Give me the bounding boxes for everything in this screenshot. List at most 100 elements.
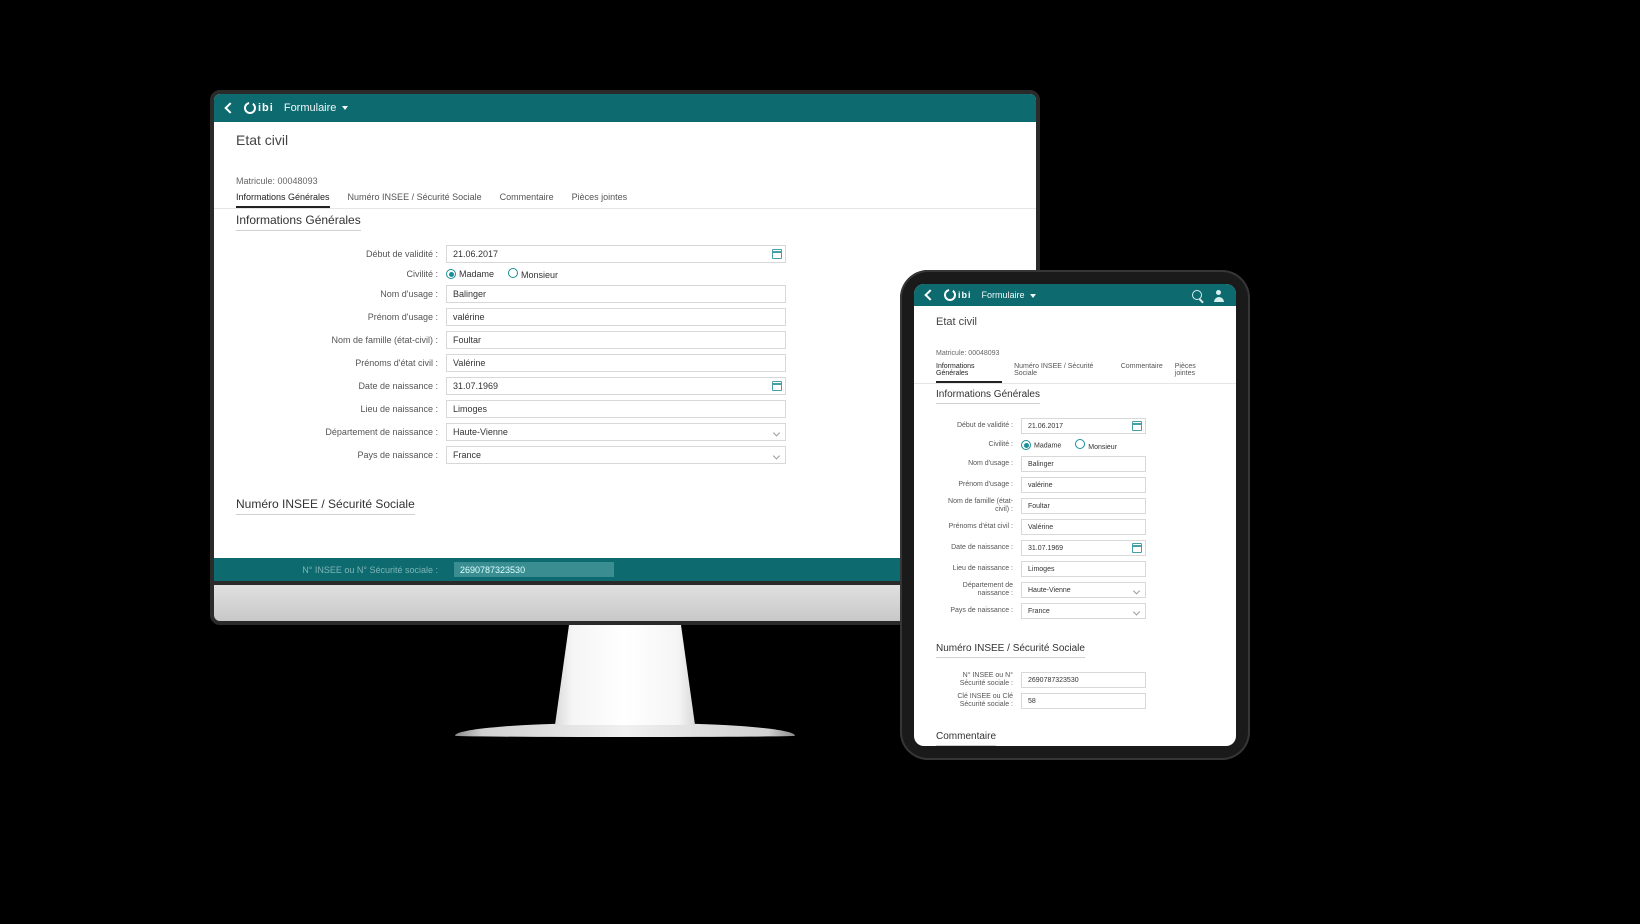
select-pays-naissance[interactable]: France [1021,603,1146,619]
input-insee-numero[interactable]: 2690787323530 [1021,672,1146,688]
chevron-down-icon [1133,608,1140,615]
chevron-down-icon [773,452,780,459]
tab-insee[interactable]: Numéro INSEE / Sécurité Sociale [1014,363,1109,383]
value-date-naissance: 31.07.1969 [1028,545,1063,552]
value-lieu-naissance: Limoges [453,404,487,414]
input-date-naissance[interactable]: 31.07.1969 [1021,540,1146,556]
label-lieu-naissance: Lieu de naissance : [236,404,446,414]
label-dept-naissance: Département de naissance : [236,427,446,437]
search-icon[interactable] [1192,290,1202,300]
input-prenom-usage[interactable]: valérine [446,308,786,326]
value-nom-famille: Foultar [453,335,481,345]
tab-commentaire[interactable]: Commentaire [1121,363,1163,383]
matricule-label: Matricule: [936,350,966,357]
input-lieu-naissance[interactable]: Limoges [446,400,786,418]
logo-text: ibi [958,290,972,300]
label-prenom-usage: Prénom d'usage : [236,312,446,322]
label-pays-naissance: Pays de naissance : [936,607,1021,615]
input-nom-usage[interactable]: Balinger [1021,456,1146,472]
menu-label: Formulaire [284,102,337,114]
tab-insee[interactable]: Numéro INSEE / Sécurité Sociale [348,192,482,208]
radio-label-madame: Madame [459,269,494,279]
form-general: Début de validité :21.06.2017 Civilité :… [914,404,1236,630]
chevron-down-icon [1133,587,1140,594]
input-nom-famille[interactable]: Foultar [1021,498,1146,514]
input-prenoms-etat-civil[interactable]: Valérine [1021,519,1146,535]
app-logo[interactable]: ibi [244,102,274,114]
tab-informations-generales[interactable]: Informations Générales [936,363,1002,383]
radio-madame[interactable]: Madame [1021,440,1061,450]
value-prenom-usage: valérine [1028,482,1053,489]
tab-pieces-jointes[interactable]: Pièces jointes [1175,363,1214,383]
user-icon[interactable] [1214,290,1224,300]
page-title: Etat civil [214,122,1036,152]
ipad-device: ibi Formulaire Etat civil Matricule: 000… [900,270,1250,760]
input-nom-usage[interactable]: Balinger [446,285,786,303]
logo-icon [944,289,956,301]
value-nom-usage: Balinger [1028,461,1054,468]
app-logo[interactable]: ibi [944,289,972,301]
value-prenom-usage: valérine [453,312,485,322]
label-nom-famille: Nom de famille (état-civil) : [236,335,446,345]
section-title-general: Informations Générales [936,389,1040,404]
value-debut-validite: 21.06.2017 [1028,423,1063,430]
value-nom-usage: Balinger [453,289,486,299]
input-insee-cle[interactable]: 58 [1021,693,1146,709]
select-pays-naissance[interactable]: France [446,446,786,464]
calendar-icon[interactable] [1132,421,1142,431]
input-insee-numero[interactable]: 2690787323530 [454,562,614,577]
input-nom-famille[interactable]: Foultar [446,331,786,349]
back-icon[interactable] [224,102,235,113]
radio-monsieur[interactable]: Monsieur [508,268,558,280]
menu-formulaire[interactable]: Formulaire [982,290,1037,300]
input-lieu-naissance[interactable]: Limoges [1021,561,1146,577]
label-date-naissance: Date de naissance : [236,381,446,391]
matricule-value: 00048093 [968,350,999,357]
page-title: Etat civil [914,306,1236,332]
label-civilite: Civilité : [936,441,1021,449]
back-icon[interactable] [924,289,935,300]
input-debut-validite[interactable]: 21.06.2017 [1021,418,1146,434]
matricule-line: Matricule: 00048093 [914,350,1236,357]
value-date-naissance: 31.07.1969 [453,381,498,391]
value-nom-famille: Foultar [1028,503,1050,510]
calendar-icon[interactable] [1132,543,1142,553]
tab-informations-generales[interactable]: Informations Générales [236,192,330,208]
section-title-comment: Commentaire [936,731,996,746]
radio-monsieur[interactable]: Monsieur [1075,439,1117,451]
imac-stand [555,625,695,725]
value-lieu-naissance: Limoges [1028,566,1054,573]
label-lieu-naissance: Lieu de naissance : [936,565,1021,573]
value-dept-naissance: Haute-Vienne [453,427,508,437]
form-insee: N° INSEE ou N° Sécurité sociale :2690787… [914,658,1236,720]
input-date-naissance[interactable]: 31.07.1969 [446,377,786,395]
label-nom-usage: Nom d'usage : [936,460,1021,468]
input-prenom-usage[interactable]: valérine [1021,477,1146,493]
topbar: ibi Formulaire [914,284,1236,306]
chevron-down-icon [342,106,348,110]
select-dept-naissance[interactable]: Haute-Vienne [1021,582,1146,598]
select-dept-naissance[interactable]: Haute-Vienne [446,423,786,441]
chevron-down-icon [1030,294,1036,298]
section-title-general: Informations Générales [236,213,361,231]
logo-icon [244,102,256,114]
input-prenoms-etat-civil[interactable]: Valérine [446,354,786,372]
menu-formulaire[interactable]: Formulaire [284,102,349,114]
calendar-icon[interactable] [772,249,782,259]
ipad-screen: ibi Formulaire Etat civil Matricule: 000… [914,284,1236,746]
radio-label-monsieur: Monsieur [521,270,558,280]
value-insee-numero: 2690787323530 [460,565,525,575]
tab-commentaire[interactable]: Commentaire [500,192,554,208]
logo-text: ibi [258,102,274,114]
label-insee-numero: N° INSEE ou N° Sécurité sociale : [936,672,1021,687]
radio-madame[interactable]: Madame [446,269,494,280]
label-prenoms-etat-civil: Prénoms d'état civil : [936,523,1021,531]
tab-pieces-jointes[interactable]: Pièces jointes [572,192,628,208]
radio-label-madame: Madame [1034,443,1061,450]
calendar-icon[interactable] [772,381,782,391]
radio-group-civilite: Madame Monsieur [1021,439,1117,451]
value-dept-naissance: Haute-Vienne [1028,587,1071,594]
value-pays-naissance: France [453,450,481,460]
matricule-label: Matricule: [236,176,275,186]
input-debut-validite[interactable]: 21.06.2017 [446,245,786,263]
